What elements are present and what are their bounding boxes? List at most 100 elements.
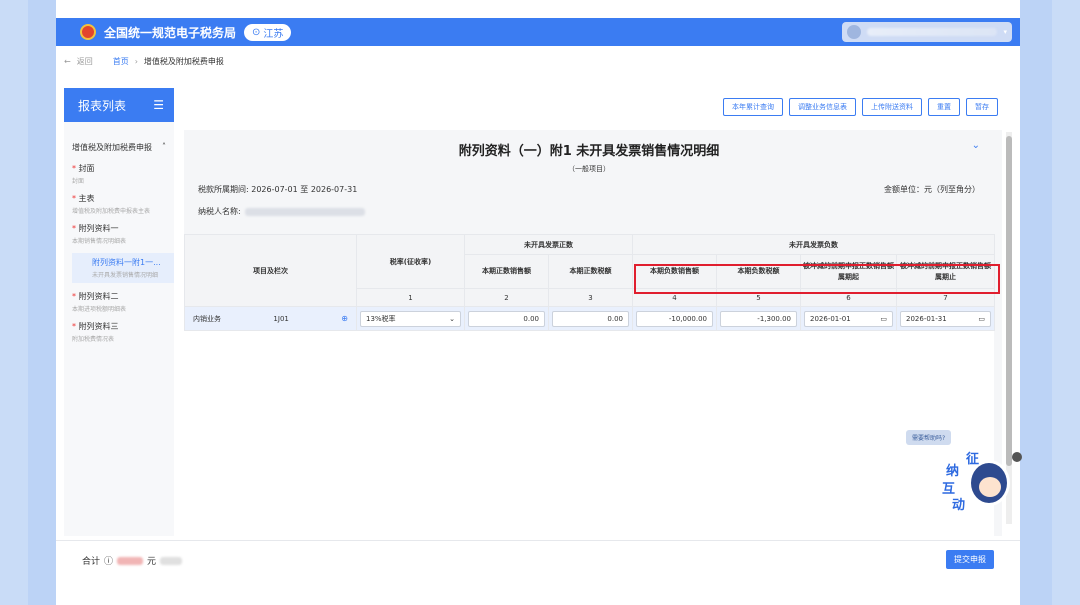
tree-item-title: 附列资料二 xyxy=(78,292,119,301)
tree-item-schedule-1[interactable]: * 附列资料一 本期销售情况明细表 xyxy=(64,223,174,245)
header-c6: 被冲减的前期申报正数销售额属期起 xyxy=(800,254,897,289)
tree-item-main[interactable]: * 主表 增值税及附加税费申报表主表 xyxy=(64,193,174,215)
mascot-char: 动 xyxy=(952,498,966,513)
close-mascot-icon[interactable] xyxy=(1012,452,1022,462)
taxpayer-name: 纳税人名称: xyxy=(198,206,365,217)
report-tree: 增值税及附加税费申报 ˄ * 封面 封面 * 主表 增值税及附加税费申报表主表 … xyxy=(64,122,174,343)
row-name-cell: 内销业务 1J01 ⊕ xyxy=(184,306,357,331)
mascot-char: 征 xyxy=(966,452,980,467)
row-name: 内销业务 xyxy=(193,314,221,323)
negative-sales-input[interactable]: -10,000.00 xyxy=(636,310,713,327)
app-window: 全国统一规范电子税务局 ⊙ 江苏 ▾ ← 返回 首页 › 增值税及附加税费申报 … xyxy=(56,0,1020,605)
col-number: 5 xyxy=(716,288,801,307)
rate-select[interactable]: 13%税率 ⌄ xyxy=(360,310,461,327)
rate-value: 13%税率 xyxy=(366,314,396,323)
sales-table: 项目及栏次 税率(征收率) 未开具发票正数 未开具发票负数 本期正数销售额 本期… xyxy=(184,234,995,536)
form-header: 附列资料（一）附1 未开具发票销售情况明细 （一般项目） ⌄ 税款所属期间: 2… xyxy=(184,130,994,220)
region-label: 江苏 xyxy=(263,28,284,40)
tree-item-subtitle: 本期进项税额明细表 xyxy=(72,306,127,313)
adjust-business-info-button[interactable]: 调整业务信息表 xyxy=(789,98,856,116)
info-icon[interactable]: ⓘ xyxy=(104,554,113,567)
submit-declaration-button[interactable]: 提交申报 xyxy=(946,550,994,569)
tree-item-subtitle: 本期销售情况明细表 xyxy=(72,238,127,245)
national-emblem-icon xyxy=(80,24,96,40)
tree-sub-title: 附列资料一附1一... xyxy=(92,258,161,267)
scrollbar-thumb[interactable] xyxy=(1006,136,1012,466)
assistant-mascot[interactable]: 征 纳 互 动 xyxy=(940,448,1014,518)
total-summary: 合计 ⓘ 元 xyxy=(82,554,183,567)
negative-tax-input[interactable]: -1,300.00 xyxy=(720,310,797,327)
taxpayer-name-blurred xyxy=(244,207,365,216)
tree-group-label: 增值税及附加税费申报 xyxy=(72,143,152,152)
chevron-down-icon: ▾ xyxy=(1003,28,1007,36)
sidebar-header: 报表列表 ☰ xyxy=(64,88,174,122)
currency-label: 元 xyxy=(147,557,157,567)
mascot-char: 纳 xyxy=(946,464,960,479)
table-row: 内销业务 1J01 ⊕ 13%税率 ⌄ 0.00 0.00 -10,000.00… xyxy=(184,306,995,331)
period-end-date-picker[interactable]: 2026-01-31 ▭ xyxy=(900,310,991,327)
col-number: 3 xyxy=(548,288,633,307)
rate-cell: 13%税率 ⌄ xyxy=(356,306,465,331)
tree-group-vat[interactable]: 增值税及附加税费申报 ˄ xyxy=(64,142,174,153)
tree-item-title: 附列资料三 xyxy=(78,322,119,331)
collapse-menu-icon[interactable]: ☰ xyxy=(153,98,164,112)
form-content: 附列资料（一）附1 未开具发票销售情况明细 （一般项目） ⌄ 税款所属期间: 2… xyxy=(184,130,1002,536)
tree-item-cover[interactable]: * 封面 封面 xyxy=(64,163,174,185)
col-number: 4 xyxy=(632,288,717,307)
chevron-down-icon: ⌄ xyxy=(449,314,455,323)
chevron-down-icon[interactable]: ⌄ xyxy=(972,140,980,151)
header-item: 项目及栏次 xyxy=(184,234,357,307)
header-group-positive: 未开具发票正数 xyxy=(464,234,633,255)
breadcrumb-current: 增值税及附加税费申报 xyxy=(143,57,224,66)
total-amount-blurred xyxy=(117,556,144,565)
upload-attachments-button[interactable]: 上传附送资料 xyxy=(862,98,922,116)
tree-sub-subtitle: 未开具发票销售情况明细 xyxy=(92,272,159,279)
breadcrumb-home[interactable]: 首页 xyxy=(113,56,129,67)
tree-item-schedule-1-attachment-active[interactable]: 附列资料一附1一... 未开具发票销售情况明细 xyxy=(72,253,174,283)
back-link[interactable]: 返回 xyxy=(77,56,93,67)
frame-edge-left xyxy=(28,0,56,605)
period-start-value: 2026-01-01 xyxy=(810,314,851,323)
breadcrumb-separator: › xyxy=(134,57,138,66)
header-c7: 被冲减的前期申报正数销售额属期止 xyxy=(896,254,995,289)
user-menu[interactable]: ▾ xyxy=(842,22,1012,42)
tree-item-subtitle: 增值税及附加税费申报表主表 xyxy=(72,208,151,215)
annual-query-button[interactable]: 本年累计查询 xyxy=(723,98,783,116)
tree-item-schedule-2[interactable]: * 附列资料二 本期进项税额明细表 xyxy=(64,291,174,313)
chevron-up-icon: ˄ xyxy=(162,142,166,151)
header-group-negative: 未开具发票负数 xyxy=(632,234,995,255)
main-panel: 本年累计查询 调整业务信息表 上传附送资料 重置 暂存 附列资料（一）附1 未开… xyxy=(184,88,1012,536)
frame-edge-right xyxy=(1020,0,1052,605)
col-number: 2 xyxy=(464,288,549,307)
tree-item-title: 主表 xyxy=(78,194,95,203)
site-title: 全国统一规范电子税务局 xyxy=(104,25,237,40)
region-selector[interactable]: ⊙ 江苏 xyxy=(244,23,292,41)
period-start-date-picker[interactable]: 2026-01-01 ▭ xyxy=(804,310,893,327)
location-pin-icon: ⊙ xyxy=(252,26,261,38)
tree-item-subtitle: 附加税费情况表 xyxy=(72,336,115,343)
toolbar: 本年累计查询 调整业务信息表 上传附送资料 重置 暂存 xyxy=(723,98,998,116)
positive-tax-input[interactable]: 0.00 xyxy=(552,310,629,327)
footer-bar: 合计 ⓘ 元 提交申报 xyxy=(56,540,1020,578)
col-number: 7 xyxy=(896,288,995,307)
calendar-icon: ▭ xyxy=(978,314,985,323)
tax-period: 税款所属期间: 2026-07-01 至 2026-07-31 xyxy=(198,185,358,194)
save-draft-button[interactable]: 暂存 xyxy=(966,98,998,116)
tree-item-schedule-3[interactable]: * 附列资料三 附加税费情况表 xyxy=(64,321,174,343)
tree-item-title: 附列资料一 xyxy=(78,224,119,233)
tree-item-title: 封面 xyxy=(78,164,95,173)
header-c2: 本期正数销售额 xyxy=(464,254,549,289)
row-code: 1J01 xyxy=(273,314,289,323)
header-rate: 税率(征收率) xyxy=(356,234,465,289)
col-number: 6 xyxy=(800,288,897,307)
back-arrow-icon[interactable]: ← xyxy=(64,57,71,66)
help-bubble[interactable]: 需要帮助吗? xyxy=(906,430,952,445)
taxpayer-label: 纳税人名称: xyxy=(198,207,241,216)
add-circle-icon[interactable]: ⊕ xyxy=(341,314,348,323)
form-subtitle: （一般项目） xyxy=(568,165,610,173)
amount-unit: 金额单位：元（列至角分） xyxy=(884,185,980,194)
total-label: 合计 xyxy=(82,557,101,567)
positive-sales-input[interactable]: 0.00 xyxy=(468,310,545,327)
sidebar-title: 报表列表 xyxy=(78,98,127,113)
reset-button[interactable]: 重置 xyxy=(928,98,960,116)
